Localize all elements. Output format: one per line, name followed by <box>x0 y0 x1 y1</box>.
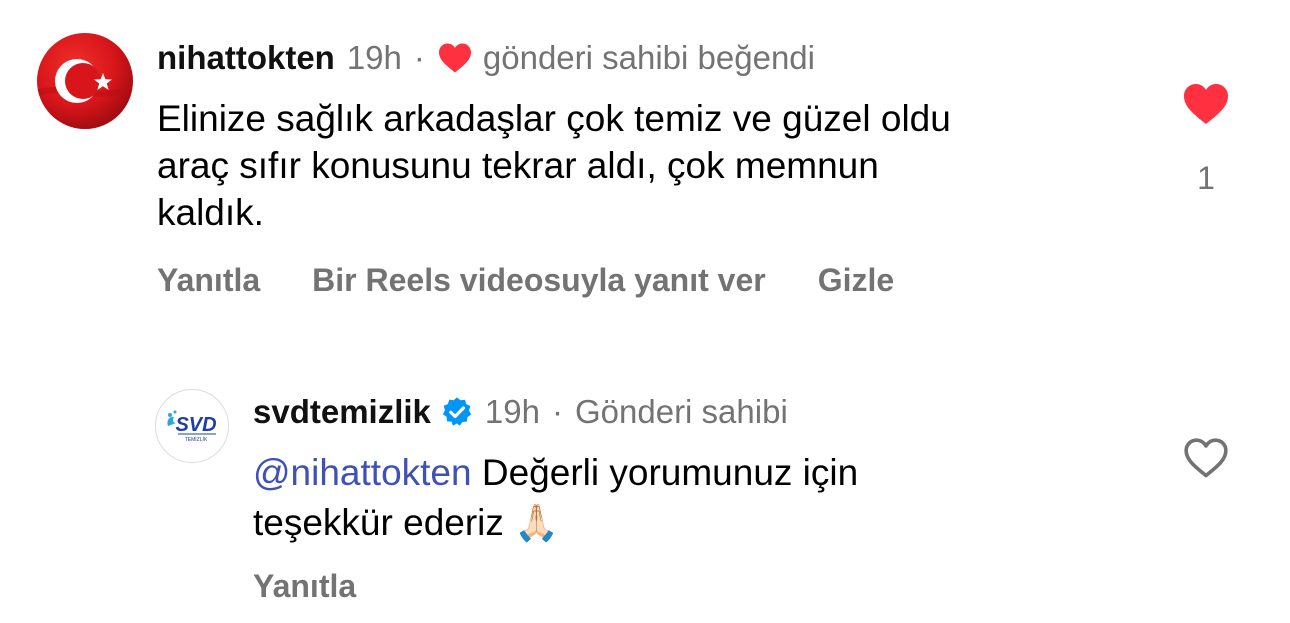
comment-text: Elinize sağlık arkadaşlar çok temiz ve g… <box>157 95 951 236</box>
svg-text:TEMİZLİK: TEMİZLİK <box>185 436 208 443</box>
author-label: Gönderi sahibi <box>574 393 788 430</box>
avatar[interactable]: SVD TEMİZLİK <box>155 389 229 463</box>
comment-meta: nihattokten 19h · gönderi sahibi beğendi <box>157 38 815 78</box>
like-button[interactable] <box>1182 82 1230 131</box>
heart-filled-icon <box>437 42 473 74</box>
comment-text-line: Elinize sağlık arkadaşlar çok temiz ve g… <box>157 98 951 139</box>
verified-badge-icon <box>441 396 473 428</box>
like-button[interactable] <box>1183 437 1229 484</box>
heart-outline-icon <box>1184 438 1228 478</box>
reply-button[interactable]: Yanıtla <box>253 568 356 605</box>
comment-text-line: kaldık. <box>157 192 264 233</box>
separator: · <box>551 393 563 430</box>
turkish-flag-icon <box>37 33 133 129</box>
reply-text-line: Değerli yorumunuz için <box>471 452 859 493</box>
reply-username[interactable]: svdtemizlik <box>253 392 431 432</box>
like-count[interactable]: 1 <box>1178 160 1234 197</box>
comment-text-line: araç sıfır konusunu tekrar aldı, çok mem… <box>157 145 879 186</box>
reply-meta: svdtemizlik 19h · Gönderi sahibi <box>253 392 788 432</box>
hide-button[interactable]: Gizle <box>818 262 894 299</box>
comment-time: 19h <box>346 39 402 76</box>
reply-time: 19h <box>484 393 540 430</box>
reels-reply-button[interactable]: Bir Reels videosuyla yanıt ver <box>312 262 766 299</box>
mention-link[interactable]: @nihattokten <box>253 452 472 493</box>
heart-filled-icon <box>1184 84 1228 124</box>
svg-text:SVD: SVD <box>175 414 216 436</box>
comment-username[interactable]: nihattokten <box>157 38 335 78</box>
reply-text-line: teşekkür ederiz <box>253 502 504 543</box>
svd-logo-icon: SVD TEMİZLİK <box>167 410 217 443</box>
avatar[interactable] <box>37 33 133 129</box>
separator: · <box>413 39 425 76</box>
liked-by-author-label: gönderi sahibi beğendi <box>482 39 815 76</box>
reply-actions: Yanıtla <box>253 568 356 605</box>
folded-hands-emoji: 🙏🏻 <box>514 502 559 543</box>
reply-text: @nihattokten Değerli yorumunuz için teşe… <box>253 448 858 548</box>
comment-actions: Yanıtla Bir Reels videosuyla yanıt ver G… <box>157 262 894 299</box>
reply-button[interactable]: Yanıtla <box>157 262 260 299</box>
